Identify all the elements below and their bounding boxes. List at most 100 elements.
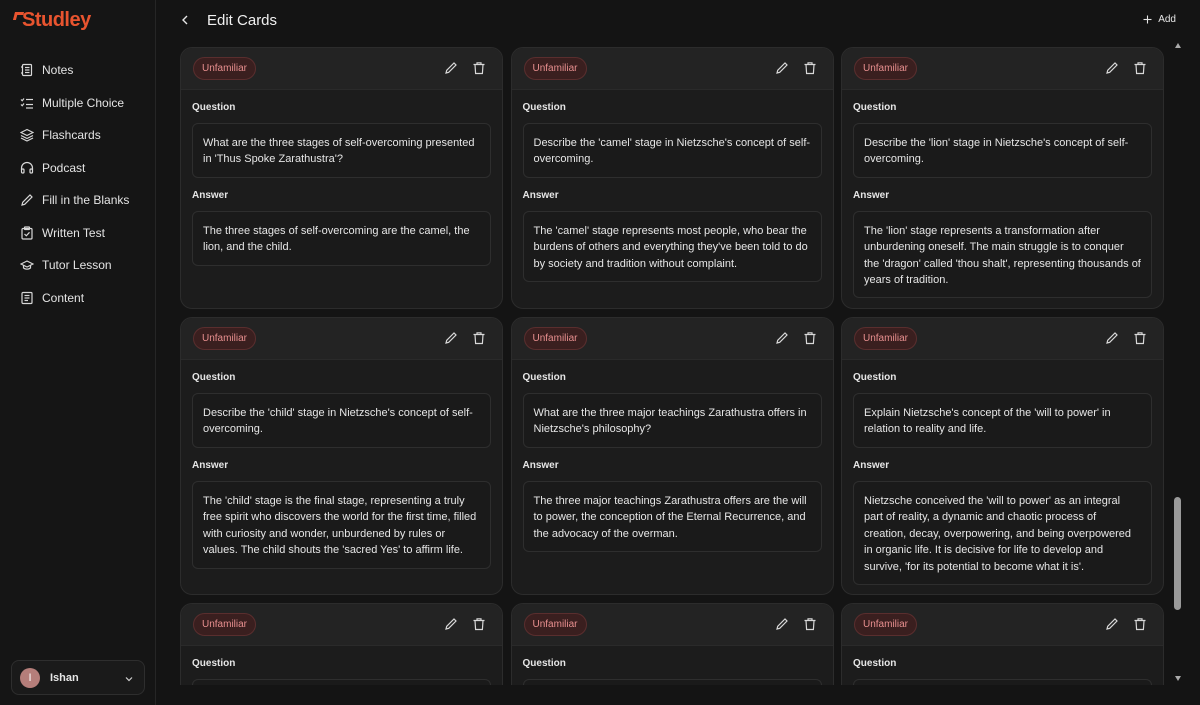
pencil-icon <box>445 332 457 344</box>
scroll-up-arrow-icon[interactable] <box>1175 43 1181 48</box>
sidebar-item-fill-in-the-blanks[interactable]: Fill in the Blanks <box>0 184 156 217</box>
answer-label: Answer <box>853 190 890 201</box>
flashcard: Unfamiliar Question What are the three s… <box>180 47 503 309</box>
delete-button[interactable] <box>472 331 486 345</box>
delete-button[interactable] <box>1133 617 1147 631</box>
answer-field[interactable]: The 'child' stage is the final stage, re… <box>192 481 491 569</box>
edit-button[interactable] <box>1105 617 1119 631</box>
status-badge: Unfamiliar <box>193 613 257 636</box>
sidebar-item-tutor-lesson[interactable]: Tutor Lesson <box>0 249 156 282</box>
vertical-scrollbar[interactable] <box>1172 40 1184 685</box>
question-field[interactable]: What are the three major teachings Zarat… <box>522 393 822 448</box>
sidebar-item-flashcards[interactable]: Flashcards <box>0 119 156 152</box>
pencil-icon <box>445 62 457 74</box>
edit-button[interactable] <box>775 61 789 75</box>
card-header: Unfamiliar <box>842 318 1163 360</box>
sidebar-item-written-test[interactable]: Written Test <box>0 217 156 250</box>
sidebar-item-notes[interactable]: Notes <box>0 54 156 87</box>
back-button[interactable] <box>178 12 192 28</box>
card-header: Unfamiliar <box>181 604 502 646</box>
question-label: Question <box>522 658 566 669</box>
edit-button[interactable] <box>775 331 789 345</box>
user-menu[interactable]: I Ishan <box>11 660 145 695</box>
add-card-button[interactable]: Add <box>1143 14 1176 25</box>
sidebar-item-label: Multiple Choice <box>42 95 125 110</box>
add-button-label: Add <box>1158 14 1176 25</box>
question-field[interactable] <box>853 679 1152 685</box>
pencil-icon <box>1106 618 1118 630</box>
chevron-left-icon <box>182 15 188 25</box>
question-field[interactable] <box>192 679 491 685</box>
status-badge: Unfamiliar <box>193 57 257 80</box>
pencil-icon <box>775 332 788 344</box>
headphones-icon <box>20 161 34 175</box>
flashcard: Unfamiliar Question Describe the 'child'… <box>180 317 503 595</box>
answer-field[interactable]: The three stages of self-overcoming are … <box>192 211 491 266</box>
cards-scroll-area[interactable]: Unfamiliar Question What are the three s… <box>156 40 1172 685</box>
answer-label: Answer <box>522 460 559 471</box>
sidebar-item-content[interactable]: Content <box>0 282 156 315</box>
delete-button[interactable] <box>1133 331 1147 345</box>
question-label: Question <box>853 372 897 383</box>
card-header: Unfamiliar <box>511 318 833 360</box>
edit-button[interactable] <box>444 61 458 75</box>
checklist-icon <box>20 96 34 110</box>
avatar: I <box>20 667 40 688</box>
edit-button[interactable] <box>1105 61 1119 75</box>
sidebar-item-label: Fill in the Blanks <box>42 193 130 208</box>
question-field[interactable]: Explain Nietzsche's concept of the 'will… <box>853 393 1152 448</box>
trash-icon <box>804 618 815 631</box>
app-logo[interactable]: Studley <box>12 9 91 32</box>
trash-icon <box>804 332 815 345</box>
scroll-down-arrow-icon[interactable] <box>1175 676 1181 681</box>
card-header: Unfamiliar <box>511 48 833 90</box>
question-field[interactable]: What are the three stages of self-overco… <box>192 123 491 178</box>
sidebar-nav: Notes Multiple Choice Flashcards Podcast… <box>0 54 156 314</box>
answer-field[interactable]: The 'lion' stage represents a transforma… <box>853 211 1152 298</box>
question-field[interactable]: Describe the 'child' stage in Nietzsche'… <box>192 393 491 448</box>
sidebar-item-label: Flashcards <box>42 128 101 143</box>
status-badge: Unfamiliar <box>854 57 918 80</box>
answer-label: Answer <box>192 190 229 201</box>
question-field[interactable] <box>522 679 822 685</box>
sidebar-item-podcast[interactable]: Podcast <box>0 152 156 185</box>
question-field[interactable]: Describe the 'lion' stage in Nietzsche's… <box>853 123 1152 178</box>
edit-button[interactable] <box>1105 331 1119 345</box>
answer-field[interactable]: The three major teachings Zarathustra of… <box>522 481 822 552</box>
edit-button[interactable] <box>775 617 789 631</box>
sidebar-item-multiple-choice[interactable]: Multiple Choice <box>0 87 156 120</box>
edit-button[interactable] <box>444 617 458 631</box>
trash-icon <box>473 62 485 75</box>
question-label: Question <box>522 372 566 383</box>
delete-button[interactable] <box>803 61 817 75</box>
delete-button[interactable] <box>803 617 817 631</box>
answer-label: Answer <box>853 460 890 471</box>
answer-label: Answer <box>522 190 559 201</box>
pencil-icon <box>775 62 788 74</box>
question-label: Question <box>192 102 236 113</box>
question-field[interactable]: Describe the 'camel' stage in Nietzsche'… <box>522 123 822 178</box>
answer-field[interactable]: Nietzsche conceived the 'will to power' … <box>853 481 1152 585</box>
delete-button[interactable] <box>472 617 486 631</box>
delete-button[interactable] <box>803 331 817 345</box>
scrollbar-thumb[interactable] <box>1174 497 1181 610</box>
flashcard: Unfamiliar Question What are the three m… <box>510 317 834 595</box>
pencil-icon <box>1106 332 1118 344</box>
delete-button[interactable] <box>1133 61 1147 75</box>
edit-button[interactable] <box>444 331 458 345</box>
flashcard: Unfamiliar Question Describe the 'camel'… <box>510 47 834 309</box>
graduation-cap-icon <box>20 258 34 272</box>
chevron-down-icon <box>124 671 134 689</box>
sidebar: Studley Notes Multiple Choice Flashcards… <box>0 0 156 705</box>
sidebar-item-label: Content <box>42 290 85 305</box>
question-label: Question <box>853 102 897 113</box>
delete-button[interactable] <box>472 61 486 75</box>
status-badge: Unfamiliar <box>854 613 918 636</box>
answer-field[interactable]: The 'camel' stage represents most people… <box>522 211 822 282</box>
pencil-icon <box>1106 62 1118 74</box>
sidebar-item-label: Podcast <box>42 160 86 175</box>
flashcard: Unfamiliar Question <box>180 603 503 685</box>
flashcard: Unfamiliar Question Describe the 'lion' … <box>841 47 1164 309</box>
status-badge: Unfamiliar <box>193 327 257 350</box>
status-badge: Unfamiliar <box>523 613 587 636</box>
